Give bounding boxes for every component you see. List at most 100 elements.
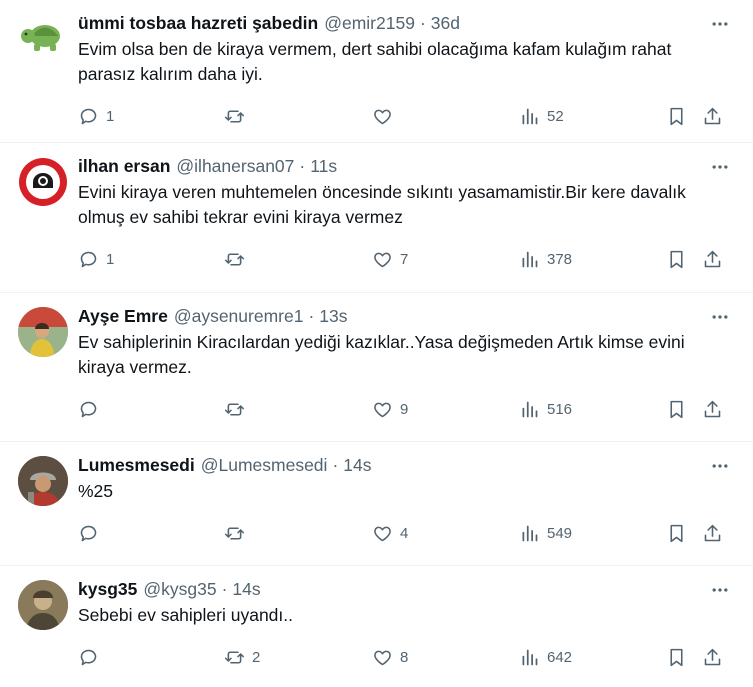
bookmark-icon (670, 107, 683, 125)
reply-button[interactable]: 1 (78, 249, 114, 270)
heart-icon (374, 650, 391, 665)
bookmark-button[interactable] (666, 399, 687, 420)
timestamp[interactable]: 13s (319, 306, 347, 327)
reply-count: 1 (106, 250, 115, 268)
bookmark-button[interactable] (666, 106, 687, 127)
reply-button[interactable] (78, 523, 106, 544)
retweet-button[interactable]: 2 (224, 647, 260, 668)
views-button[interactable]: 642 (519, 647, 572, 668)
bookmark-button[interactable] (666, 647, 687, 668)
separator-dot: · (419, 12, 426, 33)
bookmark-button[interactable] (666, 523, 687, 544)
retweet-button[interactable] (224, 523, 252, 544)
more-icon (712, 22, 728, 26)
user-handle[interactable]: @ilhanersan07 (176, 156, 294, 177)
view-count: 516 (547, 400, 573, 418)
tweet-header: ilhan ersan @ilhanersan07 · 11s (78, 153, 737, 179)
display-name[interactable]: Lumesmesedi (78, 455, 195, 476)
tweet[interactable]: Ayşe Emre @aysenuremre1 · 13s Ev sahiple… (0, 293, 753, 442)
analytics-icon (522, 649, 538, 665)
display-name[interactable]: ilhan ersan (78, 156, 170, 177)
retweet-button[interactable] (224, 399, 252, 420)
share-button[interactable] (702, 249, 723, 270)
view-count: 549 (547, 524, 573, 542)
analytics-icon (522, 251, 538, 267)
more-options-button[interactable] (705, 155, 735, 179)
display-name[interactable]: Ayşe Emre (78, 306, 168, 327)
display-name[interactable]: ümmi tosbaa hazreti şabedin (78, 13, 318, 34)
turtle-avatar[interactable] (18, 14, 68, 64)
tweet-actions: 1 7 378 (78, 244, 737, 274)
more-options-button[interactable] (705, 578, 735, 602)
tweet-text: Ev sahiplerinin Kiracılardan yediği kazı… (78, 332, 685, 377)
retweet-icon (224, 402, 245, 416)
views-button[interactable]: 516 (519, 399, 572, 420)
share-icon (704, 400, 721, 417)
user-handle[interactable]: @emir2159 (324, 13, 415, 34)
more-options-button[interactable] (705, 454, 735, 478)
tweet-text: Evini kiraya veren muhtemelen öncesinde … (78, 182, 686, 227)
like-button[interactable]: 9 (372, 399, 408, 420)
like-button[interactable]: 7 (372, 249, 408, 270)
reply-button[interactable] (78, 399, 106, 420)
bookmark-icon (670, 400, 683, 418)
more-options-button[interactable] (705, 12, 735, 36)
tweet[interactable]: Lumesmesedi @Lumesmesedi · 14s %25 4 549 (0, 442, 753, 566)
display-name[interactable]: kysg35 (78, 579, 137, 600)
timestamp[interactable]: 11s (310, 156, 337, 177)
user-handle[interactable]: @aysenuremre1 (174, 306, 304, 327)
bookmark-icon (670, 250, 683, 268)
share-button[interactable] (702, 523, 723, 544)
retweet-icon (224, 252, 245, 266)
more-icon (712, 165, 728, 169)
retweet-icon (224, 109, 245, 123)
tweet-text: %25 (78, 481, 114, 501)
retweet-button[interactable] (224, 249, 252, 270)
analytics-icon (522, 401, 538, 417)
tweet[interactable]: kysg35 @kysg35 · 14s Sebebi ev sahipleri… (0, 566, 753, 687)
share-button[interactable] (702, 106, 723, 127)
retweet-icon (224, 650, 245, 664)
reply-icon (80, 525, 97, 541)
timestamp[interactable]: 36d (431, 13, 460, 34)
club-logo-avatar[interactable] (18, 157, 68, 207)
views-button[interactable]: 52 (519, 106, 564, 127)
warrior-avatar[interactable] (18, 456, 68, 506)
tweet[interactable]: ilhan ersan @ilhanersan07 · 11s Evini ki… (0, 143, 753, 293)
portrait-avatar[interactable] (18, 580, 68, 630)
tweet-header: Ayşe Emre @aysenuremre1 · 13s (78, 303, 737, 329)
retweet-count: 2 (252, 648, 261, 666)
tweet[interactable]: ümmi tosbaa hazreti şabedin @emir2159 · … (0, 0, 753, 143)
more-options-button[interactable] (705, 305, 735, 329)
user-handle[interactable]: @Lumesmesedi (201, 455, 328, 476)
heart-icon (374, 109, 391, 124)
reply-icon (80, 649, 97, 665)
retweet-button[interactable] (224, 106, 252, 127)
like-button[interactable]: 4 (372, 523, 408, 544)
views-button[interactable]: 549 (519, 523, 572, 544)
retweet-icon (224, 526, 245, 540)
tweet-actions: 1 52 (78, 101, 737, 131)
heart-icon (374, 402, 391, 417)
reply-feed: ümmi tosbaa hazreti şabedin @emir2159 · … (0, 0, 753, 687)
tweet-text: Evim olsa ben de kiraya vermem, dert sah… (78, 39, 672, 84)
reply-button[interactable] (78, 647, 106, 668)
reply-button[interactable]: 1 (78, 106, 114, 127)
tweet-actions: 4 549 (78, 518, 737, 548)
like-button[interactable] (372, 106, 400, 127)
heart-icon (374, 252, 391, 267)
like-button[interactable]: 8 (372, 647, 408, 668)
user-handle[interactable]: @kysg35 (143, 579, 216, 600)
timestamp[interactable]: 14s (232, 579, 260, 600)
like-count: 9 (400, 400, 409, 418)
views-button[interactable]: 378 (519, 249, 572, 270)
share-icon (704, 250, 721, 267)
bookmark-button[interactable] (666, 249, 687, 270)
more-icon (712, 588, 728, 592)
timestamp[interactable]: 14s (343, 455, 371, 476)
share-button[interactable] (702, 647, 723, 668)
bookmark-icon (670, 648, 683, 666)
share-button[interactable] (702, 399, 723, 420)
photo-avatar[interactable] (18, 307, 68, 357)
bookmark-icon (670, 524, 683, 542)
